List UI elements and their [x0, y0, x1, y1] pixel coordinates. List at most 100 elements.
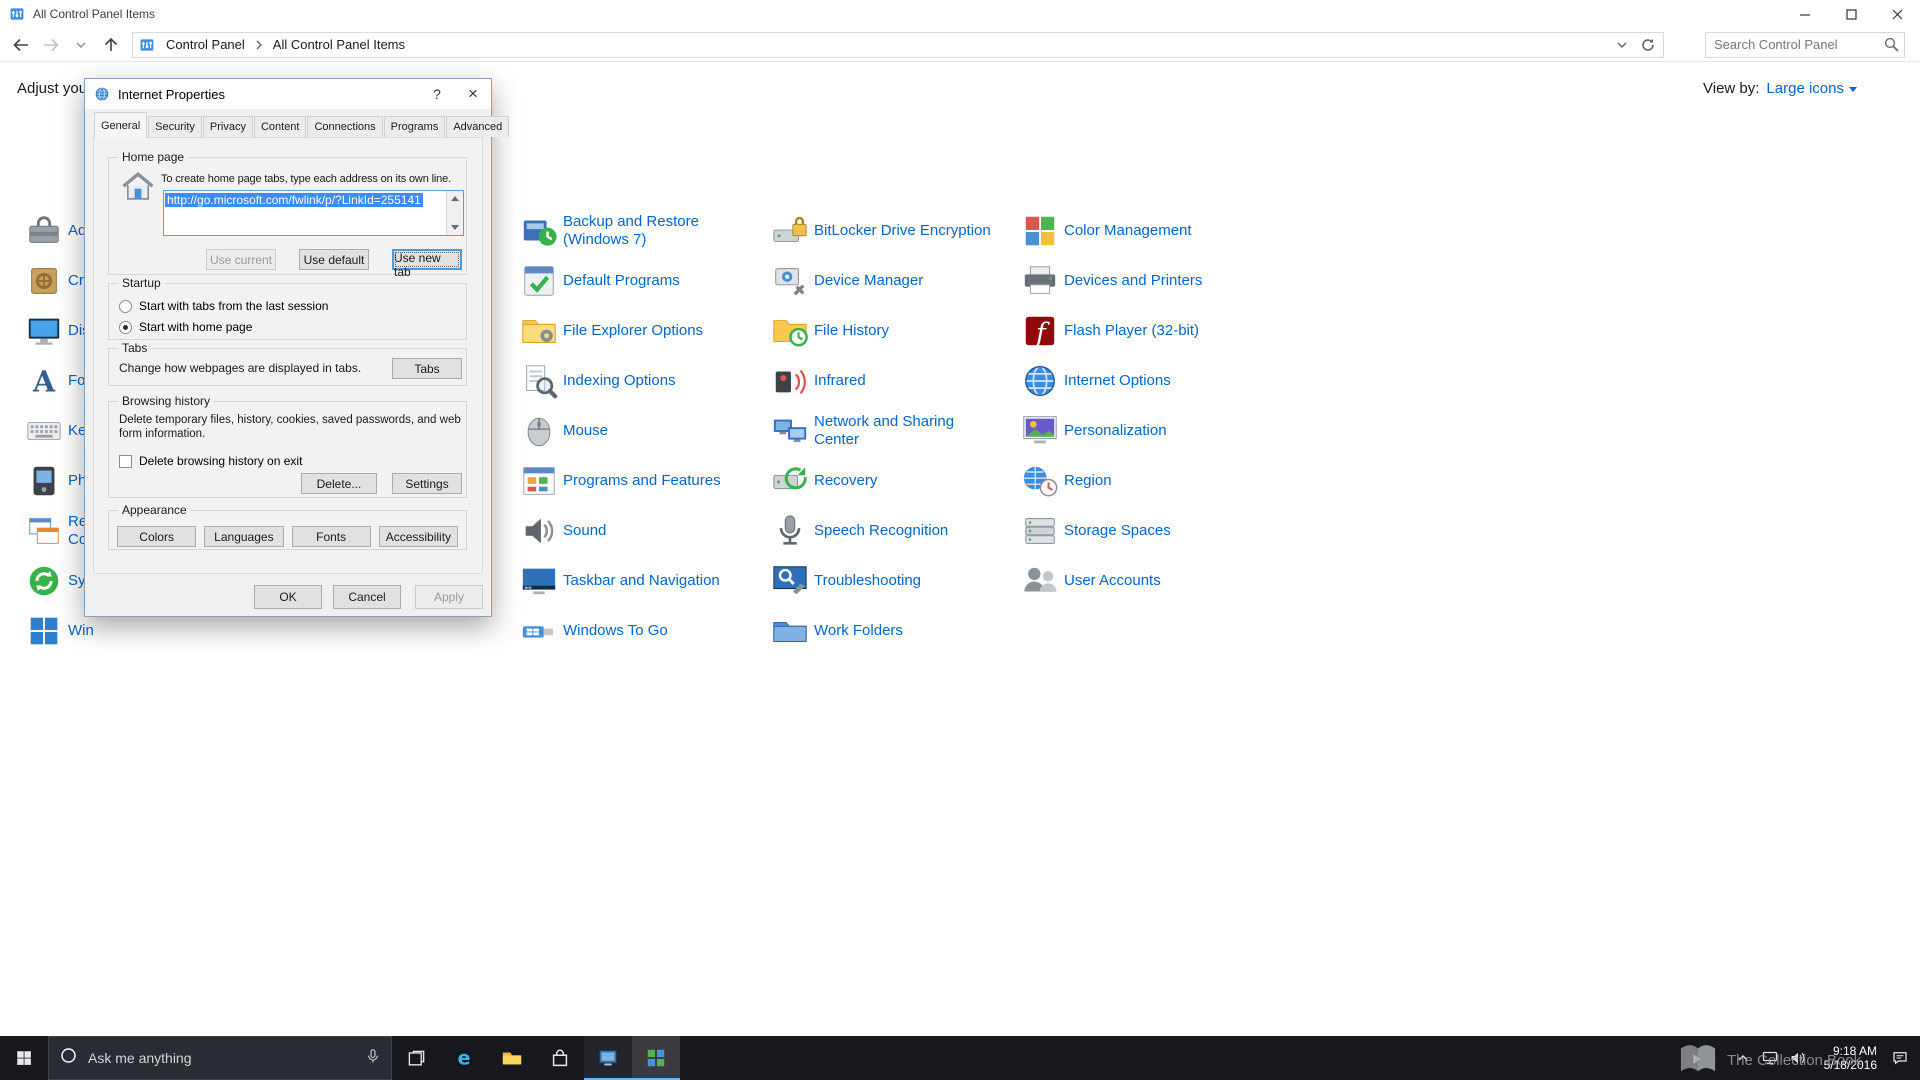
edge-icon: e: [453, 1047, 475, 1069]
cp-item-file-explorer-options[interactable]: File Explorer Options: [519, 311, 703, 351]
network-tray-icon[interactable]: [1761, 1049, 1779, 1067]
apply-button[interactable]: Apply: [415, 585, 483, 609]
cp-item-device-manager[interactable]: Device Manager: [770, 261, 923, 301]
close-button[interactable]: [1874, 0, 1920, 28]
cp-item-sound[interactable]: Sound: [519, 511, 606, 551]
dialog-close-button[interactable]: ×: [455, 79, 491, 109]
ok-button[interactable]: OK: [254, 585, 322, 609]
dialog-tab-programs[interactable]: Programs: [384, 116, 446, 137]
dialog-tab-connections[interactable]: Connections: [307, 116, 382, 137]
volume-tray-icon[interactable]: [1788, 1049, 1806, 1067]
cp-item-programs-features[interactable]: Programs and Features: [519, 461, 721, 501]
checkbox-unchecked-icon[interactable]: [119, 455, 132, 468]
dialog-titlebar[interactable]: Internet Properties ? ×: [85, 79, 491, 109]
cp-item-color-management[interactable]: Color Management: [1020, 211, 1192, 251]
cp-item-devices-printers[interactable]: Devices and Printers: [1020, 261, 1202, 301]
cp-item-windows-to-go[interactable]: Windows To Go: [519, 611, 668, 651]
cp-item-backup-restore[interactable]: Backup and Restore (Windows 7): [519, 211, 699, 251]
dialog-tab-general[interactable]: General: [94, 112, 147, 138]
breadcrumb-chevron-icon[interactable]: [252, 40, 266, 50]
forward-button[interactable]: [36, 30, 66, 60]
languages-button[interactable]: Languages: [204, 526, 283, 547]
dialog-tab-content[interactable]: Content: [254, 116, 307, 137]
cortana-search-box[interactable]: Ask me anything: [48, 1036, 392, 1080]
cp-item-default-programs[interactable]: Default Programs: [519, 261, 680, 301]
radio-selected-icon[interactable]: [119, 321, 132, 334]
tabs-button[interactable]: Tabs: [392, 358, 462, 379]
microphone-icon[interactable]: [365, 1047, 381, 1070]
fonts-button[interactable]: Fonts: [292, 526, 371, 547]
dialog-tab-privacy[interactable]: Privacy: [203, 116, 253, 137]
radio-unselected-icon[interactable]: [119, 300, 132, 313]
cp-item-label: Flash Player (32-bit): [1060, 322, 1199, 340]
action-center-button[interactable]: [1886, 1036, 1914, 1080]
search-icon[interactable]: [1884, 37, 1899, 57]
use-default-button[interactable]: Use default: [299, 249, 369, 270]
accessibility-button[interactable]: Accessibility: [379, 526, 458, 547]
home-page-group: Home page To create home page tabs, type…: [108, 157, 467, 275]
cp-item-troubleshooting[interactable]: Troubleshooting: [770, 561, 921, 601]
breadcrumb-all-control-panel-items[interactable]: All Control Panel Items: [266, 33, 412, 57]
cp-item-infrared[interactable]: Infrared: [770, 361, 866, 401]
use-new-tab-button[interactable]: Use new tab: [392, 249, 462, 270]
dialog-help-button[interactable]: ?: [419, 79, 455, 109]
maximize-button[interactable]: [1828, 0, 1874, 28]
dialog-tab-security[interactable]: Security: [148, 116, 202, 137]
programs-features-icon: [519, 461, 559, 501]
cp-item-network-sharing[interactable]: Network and Sharing Center: [770, 411, 954, 451]
cp-item-display[interactable]: Dis: [24, 311, 90, 351]
delete-button[interactable]: Delete...: [301, 473, 377, 494]
hidden-icons-chevron-icon[interactable]: [1734, 1049, 1752, 1067]
cp-item-speech-recognition[interactable]: Speech Recognition: [770, 511, 948, 551]
cp-item-mouse[interactable]: Mouse: [519, 411, 608, 451]
cp-item-recovery[interactable]: Recovery: [770, 461, 877, 501]
textarea-scrollbar[interactable]: [446, 191, 463, 235]
taskbar-app-file-explorer[interactable]: [488, 1036, 536, 1080]
use-current-button[interactable]: Use current: [206, 249, 276, 270]
cancel-button[interactable]: Cancel: [333, 585, 401, 609]
scroll-down-icon[interactable]: [451, 225, 459, 230]
scroll-up-icon[interactable]: [451, 196, 459, 201]
up-button[interactable]: [96, 30, 126, 60]
minimize-button[interactable]: [1782, 0, 1828, 28]
breadcrumb-control-panel[interactable]: Control Panel: [159, 33, 252, 57]
cp-item-credential-manager[interactable]: Cre: [24, 261, 92, 301]
cp-item-storage-spaces[interactable]: Storage Spaces: [1020, 511, 1171, 551]
dialog-tab-advanced[interactable]: Advanced: [446, 116, 509, 137]
cp-item-work-folders[interactable]: Work Folders: [770, 611, 903, 651]
view-by-value[interactable]: Large icons: [1766, 80, 1857, 97]
homepage-url-textarea[interactable]: http://go.microsoft.com/fwlink/p/?LinkId…: [163, 190, 464, 236]
cp-item-bitlocker[interactable]: BitLocker Drive Encryption: [770, 211, 991, 251]
search-input[interactable]: [1706, 33, 1904, 57]
back-button[interactable]: [6, 30, 36, 60]
taskbar-clock[interactable]: 9:18 AM 5/18/2016: [1815, 1044, 1877, 1072]
cp-item-region[interactable]: Region: [1020, 461, 1112, 501]
cp-item-user-accounts[interactable]: User Accounts: [1020, 561, 1161, 601]
cp-item-windows-item[interactable]: Win: [24, 611, 94, 651]
cp-item-internet-options[interactable]: Internet Options: [1020, 361, 1171, 401]
start-with-home-page-option[interactable]: Start with home page: [119, 320, 252, 334]
taskbar-app-edge[interactable]: e: [440, 1036, 488, 1080]
taskbar-app-control-panel[interactable]: [632, 1036, 680, 1080]
search-box[interactable]: [1705, 32, 1905, 58]
cp-item-indexing-options[interactable]: Indexing Options: [519, 361, 676, 401]
address-dropdown-icon[interactable]: [1609, 33, 1635, 57]
settings-button[interactable]: Settings: [392, 473, 462, 494]
storage-spaces-icon: [1020, 511, 1060, 551]
flash-player-icon: f: [1020, 311, 1060, 351]
cp-item-personalization[interactable]: Personalization: [1020, 411, 1167, 451]
cp-item-taskbar-navigation[interactable]: Taskbar and Navigation: [519, 561, 720, 601]
address-bar[interactable]: Control Panel All Control Panel Items: [132, 32, 1664, 58]
recent-locations-chevron-icon[interactable]: [66, 30, 96, 60]
taskbar-app-app-window[interactable]: [584, 1036, 632, 1080]
delete-history-on-exit-option[interactable]: Delete browsing history on exit: [119, 454, 302, 468]
colors-button[interactable]: Colors: [117, 526, 196, 547]
refresh-button[interactable]: [1635, 33, 1661, 57]
cp-item-file-history[interactable]: File History: [770, 311, 889, 351]
cp-item-fonts[interactable]: AFor: [24, 361, 91, 401]
cp-item-flash-player[interactable]: fFlash Player (32-bit): [1020, 311, 1199, 351]
taskbar-app-store[interactable]: [536, 1036, 584, 1080]
start-button[interactable]: [0, 1036, 48, 1080]
task-view-button[interactable]: [392, 1036, 440, 1080]
start-with-tabs-option[interactable]: Start with tabs from the last session: [119, 299, 328, 313]
